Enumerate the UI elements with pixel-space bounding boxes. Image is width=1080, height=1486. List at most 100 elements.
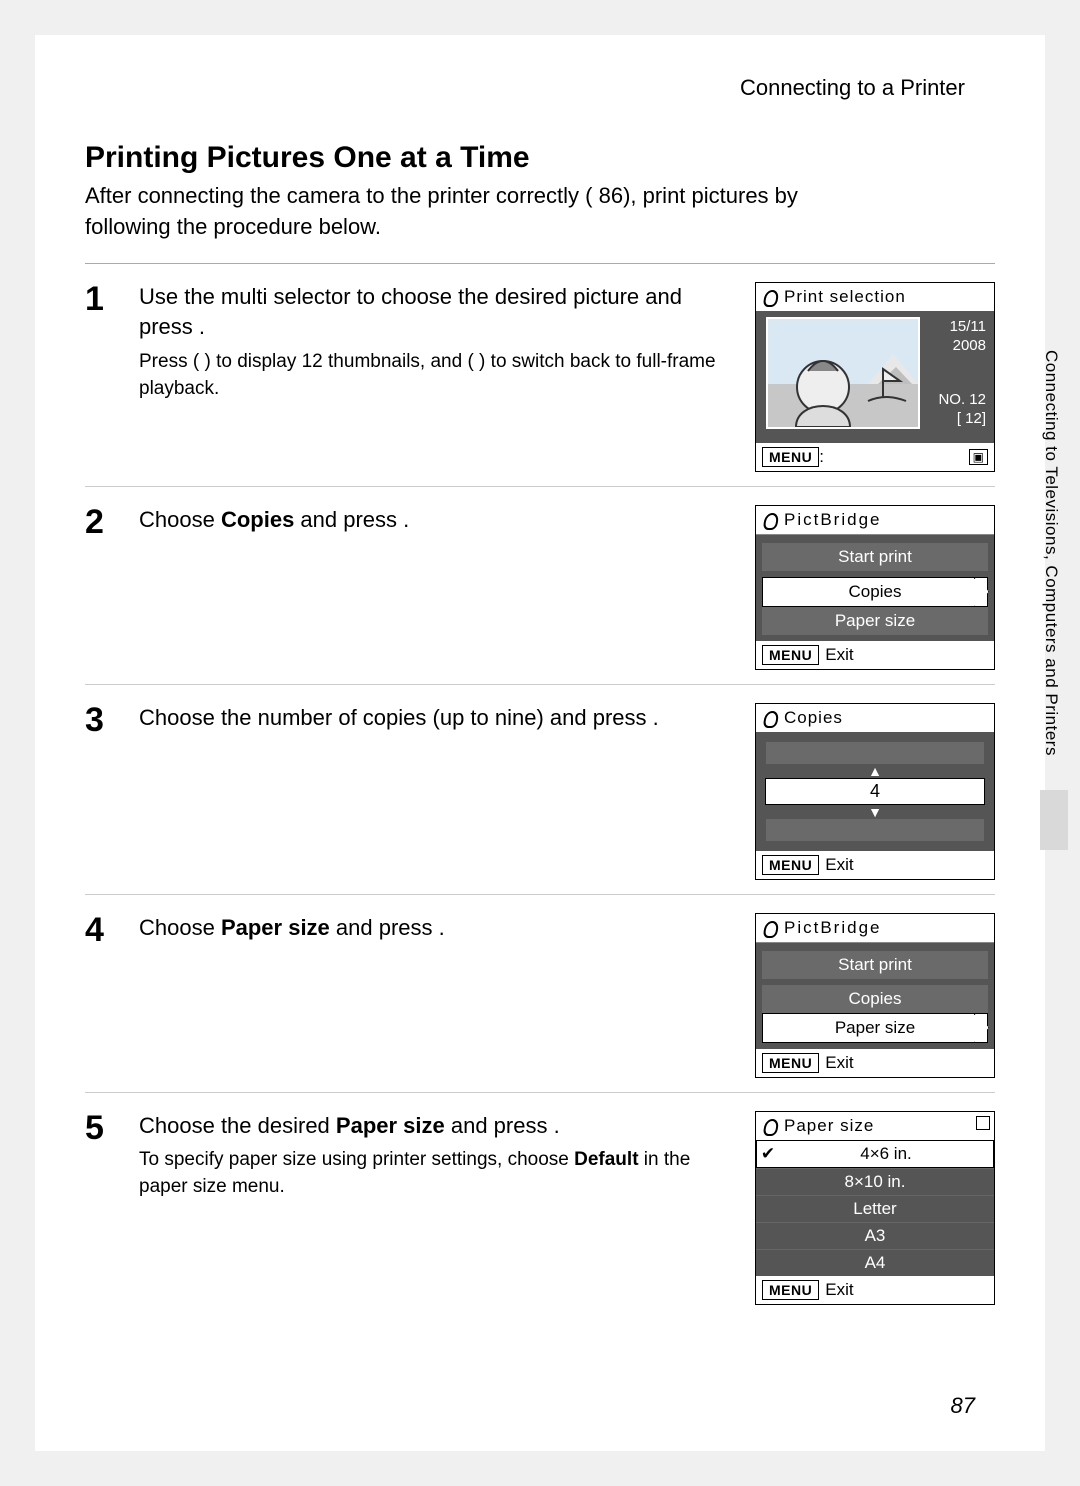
pictbridge-icon (762, 1118, 778, 1134)
paper-size-option: 8×10 in. (756, 1168, 994, 1195)
preview-number: NO. 12 (938, 390, 986, 410)
screen-pictbridge-papersize: PictBridge Start print Copies Paper size… (755, 913, 995, 1078)
paper-size-option-selected: ✔ 4×6 in. (756, 1140, 994, 1168)
preview-image (766, 317, 920, 429)
screen-footer: MENU Exit (756, 641, 994, 669)
screen-title-label: Paper size (784, 1116, 874, 1136)
menu-list: Start print Copies Paper size (756, 534, 994, 641)
side-tab-label: Connecting to Televisions, Computers and… (1041, 350, 1061, 756)
step-head-text: . (199, 314, 205, 339)
step-head-text: Choose (139, 915, 221, 940)
step-head-text: Use the multi selector to choose the des… (139, 284, 682, 340)
screen-title-label: Copies (784, 708, 843, 728)
arrow-up-icon: ▲ (868, 764, 882, 778)
page-number: 87 (951, 1393, 975, 1419)
screen-title-label: Print selection (784, 287, 906, 307)
intro-paragraph: After connecting the camera to the print… (85, 181, 845, 243)
menu-option-copies: Copies (762, 985, 988, 1013)
menu-badge: MENU (762, 1280, 819, 1300)
screen-pictbridge-copies: PictBridge Start print Copies Paper size… (755, 505, 995, 670)
menu-list: Start print Copies Paper size (756, 942, 994, 1049)
side-chapter-tab: Connecting to Televisions, Computers and… (1034, 350, 1068, 850)
step-note-text: ( ) to display 12 thumbnails, and (193, 351, 468, 372)
manual-page: Connecting to a Printer Printing Picture… (35, 35, 1045, 1451)
step-number: 5 (85, 1111, 119, 1305)
screen-title: Copies (756, 704, 994, 732)
pictbridge-icon (762, 289, 778, 305)
step-heading: Use the multi selector to choose the des… (139, 282, 719, 344)
screen-title: Print selection (756, 283, 994, 311)
step-head-text: . (403, 507, 409, 532)
check-icon: ✔ (757, 1144, 779, 1164)
screen-title-label: PictBridge (784, 918, 881, 938)
step-2: 2 Choose Copies and press . PictBridge S… (85, 487, 995, 685)
screen-body: 15/11 2008 NO. 12 [ 12] (756, 311, 994, 443)
section-title: Printing Pictures One at a Time (85, 141, 995, 175)
screen-paper-size-list: Paper size ✔ 4×6 in. 8×10 in. Letter A3 … (755, 1111, 995, 1305)
paper-size-label: 4×6 in. (779, 1144, 993, 1164)
paper-size-options: ✔ 4×6 in. 8×10 in. Letter A3 A4 (756, 1140, 994, 1276)
step-head-text: Choose the desired (139, 1113, 336, 1138)
step-note-bold: Default (574, 1149, 638, 1170)
step-4: 4 Choose Paper size and press . PictBrid… (85, 895, 995, 1093)
step-note: Press ( ) to display 12 thumbnails, and … (139, 349, 719, 402)
step-number: 1 (85, 282, 119, 472)
screen-title: PictBridge (756, 506, 994, 534)
spinner: ▲ 4 ▼ (756, 732, 994, 851)
step-number: 4 (85, 913, 119, 1078)
step-head-text: . (439, 915, 445, 940)
pictbridge-icon (762, 710, 778, 726)
step-head-text: Choose the number of copies (up to nine)… (139, 705, 653, 730)
pictbridge-icon (762, 920, 778, 936)
exit-label: Exit (825, 645, 853, 665)
screen-title-label: PictBridge (784, 510, 881, 530)
ok-icon: ▣ (969, 449, 988, 465)
paper-size-option: Letter (756, 1195, 994, 1222)
step-head-bold: Paper size (336, 1113, 445, 1138)
step-note-text: Press (139, 351, 193, 372)
step-head-text: . (554, 1113, 560, 1138)
menu-badge: MENU (762, 1053, 819, 1073)
menu-badge: MENU (762, 447, 819, 467)
steps-list: 1 Use the multi selector to choose the d… (85, 263, 995, 1319)
menu-option-copies-selected: Copies (762, 577, 988, 607)
screen-footer: MENU Exit (756, 1049, 994, 1077)
step-heading: Choose Copies and press . (139, 505, 719, 536)
screen-footer: MENU Exit (756, 1276, 994, 1304)
screen-title: PictBridge (756, 914, 994, 942)
menu-option-paper-size: Paper size (762, 607, 988, 635)
intro-text-a: After connecting the camera to the print… (85, 183, 592, 208)
spinner-value: 4 (765, 778, 985, 805)
menu-badge: MENU (762, 855, 819, 875)
step-1: 1 Use the multi selector to choose the d… (85, 264, 995, 487)
screen-title: Paper size (756, 1112, 994, 1140)
step-heading: Choose the number of copies (up to nine)… (139, 703, 719, 734)
step-head-text: Choose (139, 507, 221, 532)
pictbridge-icon (762, 512, 778, 528)
step-head-text: . (653, 705, 659, 730)
screen-footer: MENU: ▣ (756, 443, 994, 471)
menu-colon: : (819, 447, 824, 466)
exit-label: Exit (825, 1053, 853, 1073)
side-tab-marker (1040, 790, 1068, 850)
preview-count: [ 12] (938, 409, 986, 429)
screen-footer: MENU Exit (756, 851, 994, 879)
screen-copies-spinner: Copies ▲ 4 ▼ MENU Exit (755, 703, 995, 880)
step-5: 5 Choose the desired Paper size and pres… (85, 1093, 995, 1319)
menu-option-start-print: Start print (762, 951, 988, 979)
paper-size-option: A4 (756, 1249, 994, 1276)
preview-date: 15/11 (938, 317, 986, 337)
spinner-bar (766, 819, 984, 841)
spinner-bar (766, 742, 984, 764)
step-head-text: and press (294, 507, 403, 532)
step-head-text: and press (330, 915, 439, 940)
exit-label: Exit (825, 855, 853, 875)
preview-year: 2008 (938, 336, 986, 356)
menu-option-paper-size-selected: Paper size (762, 1013, 988, 1043)
step-heading: Choose the desired Paper size and press … (139, 1111, 719, 1142)
step-note: To specify paper size using printer sett… (139, 1147, 719, 1200)
step-3: 3 Choose the number of copies (up to nin… (85, 685, 995, 895)
step-head-bold: Copies (221, 507, 294, 532)
exit-label: Exit (825, 1280, 853, 1300)
screen-print-selection: Print selection (755, 282, 995, 472)
